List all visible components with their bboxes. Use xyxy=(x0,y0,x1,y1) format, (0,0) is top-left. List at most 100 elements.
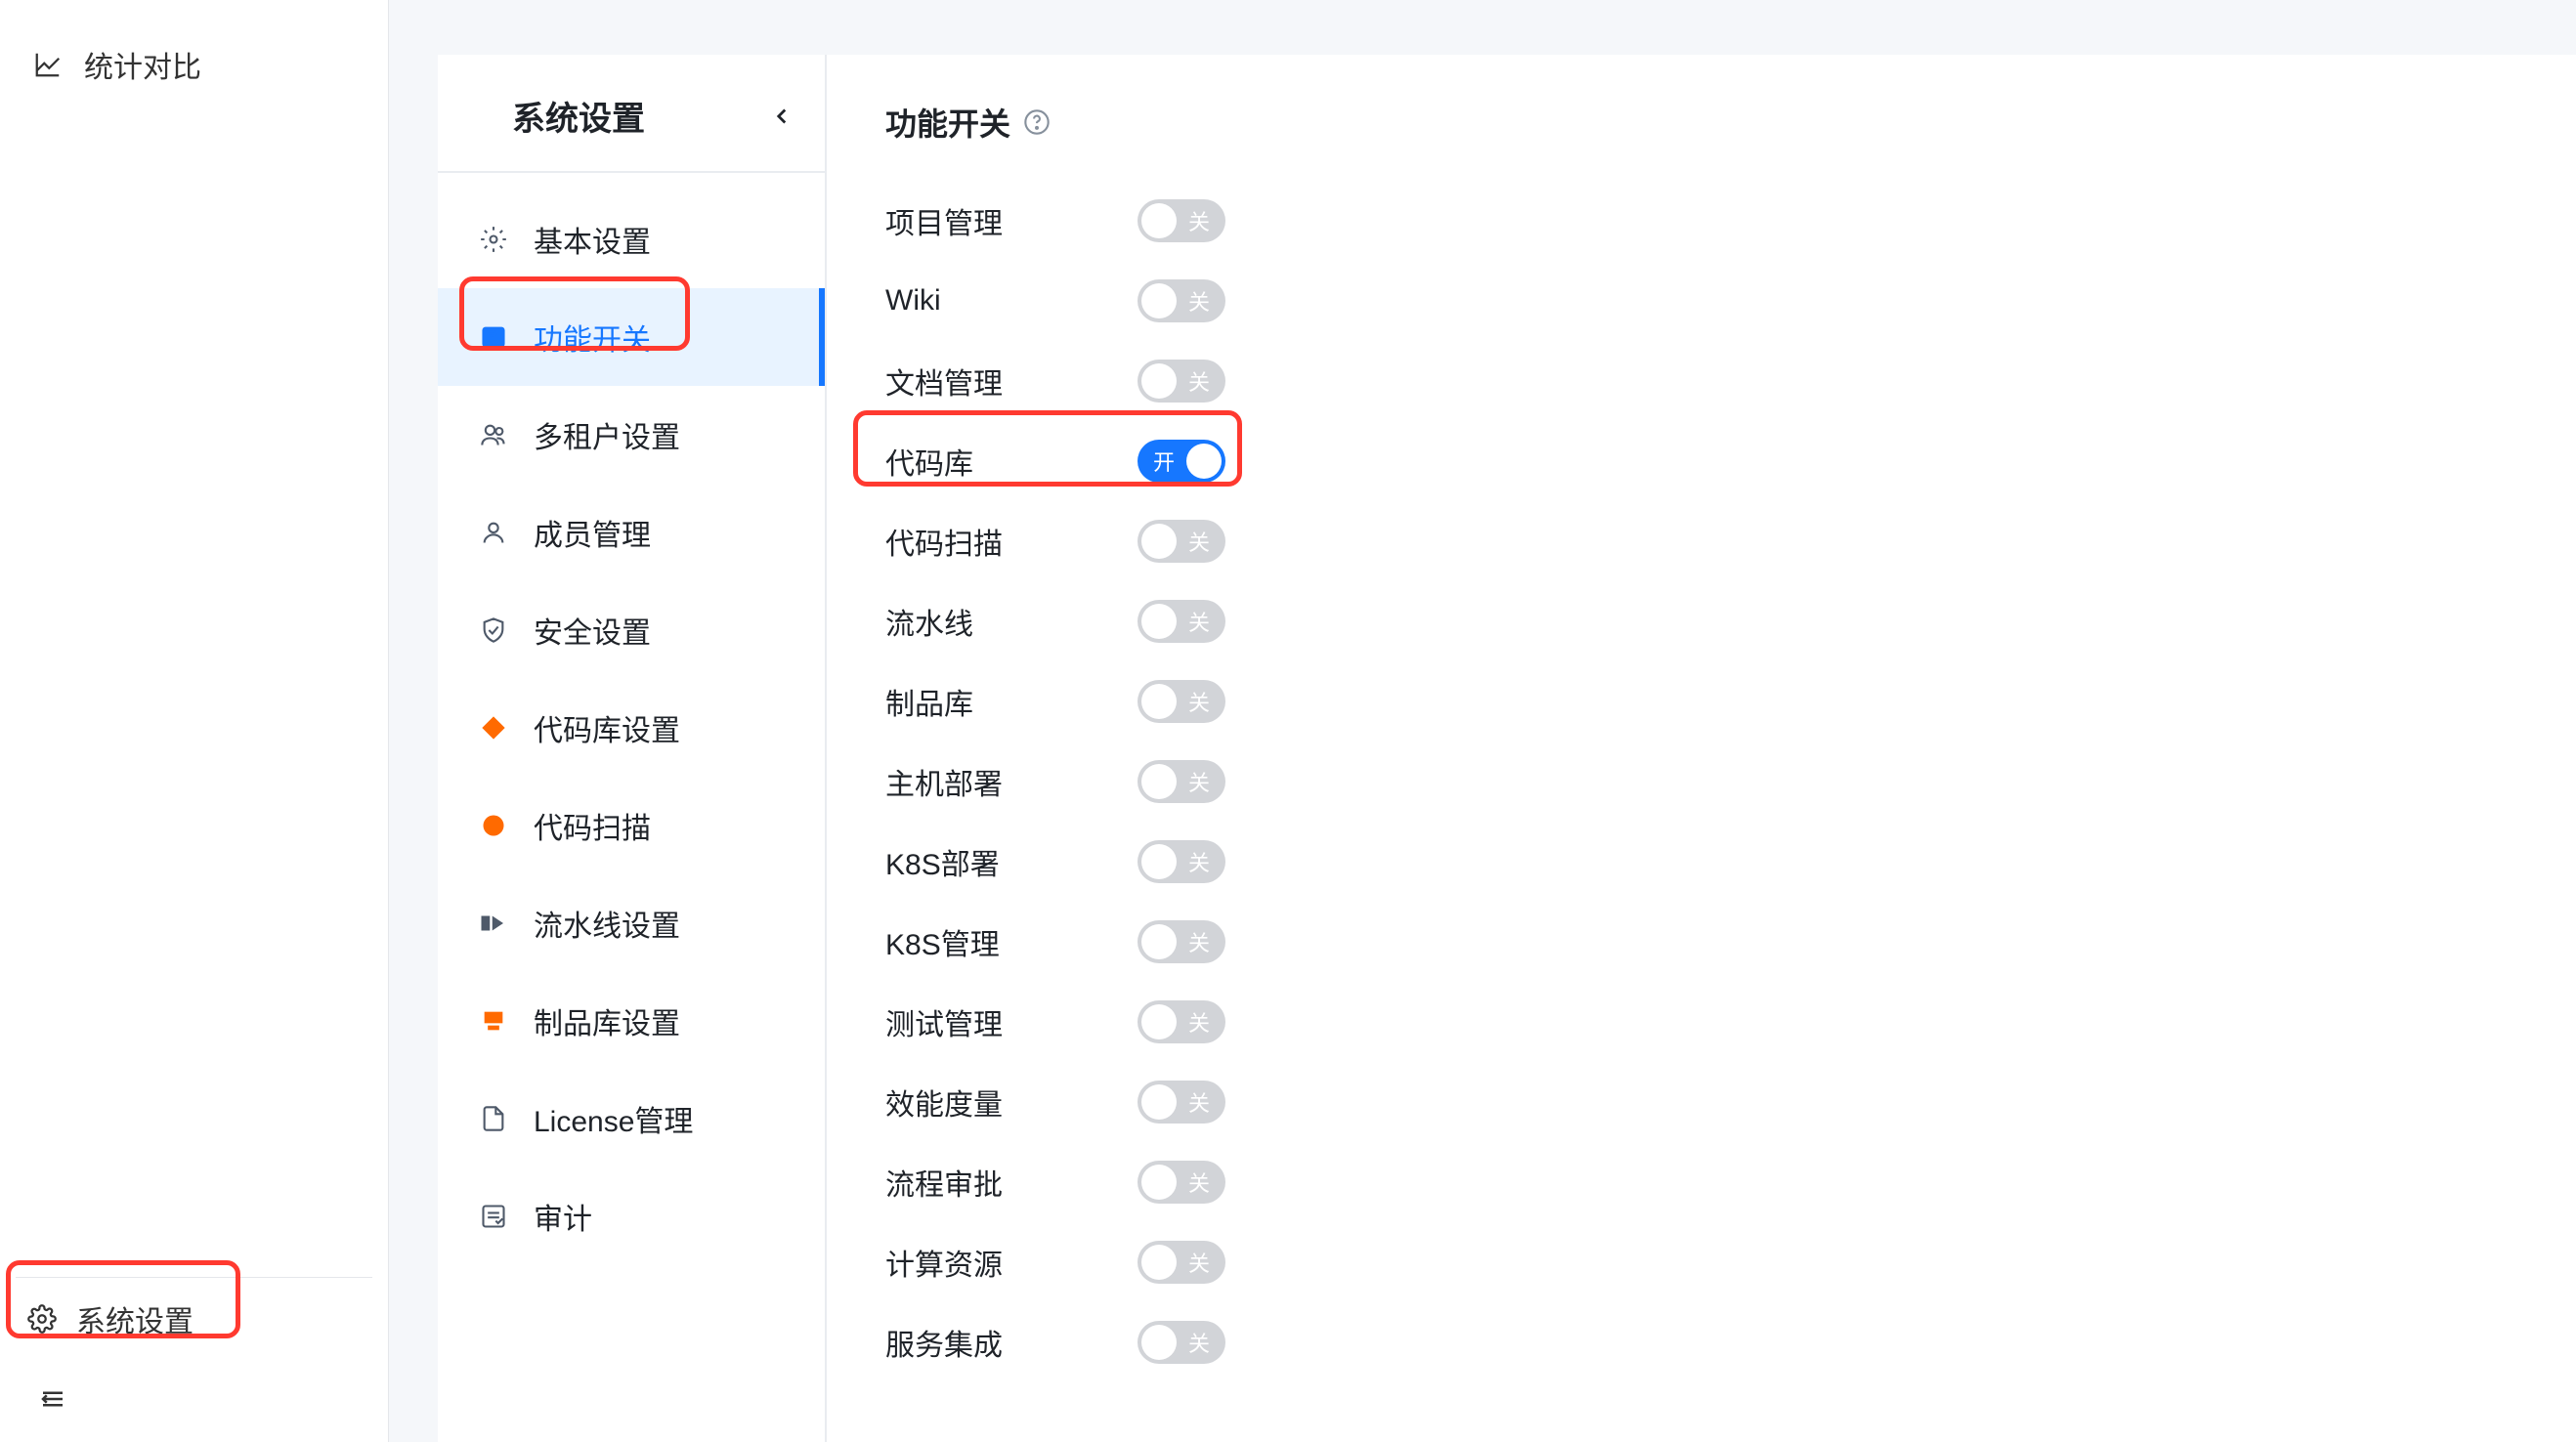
toggle-switch[interactable]: 关 xyxy=(1138,680,1225,723)
user-icon xyxy=(477,516,510,549)
file-icon xyxy=(477,1102,510,1135)
diamond-icon xyxy=(477,711,510,744)
content-title-row: 功能开关 xyxy=(885,100,2517,145)
toggle-row: 文档管理关 xyxy=(885,352,2517,410)
toggle-knob xyxy=(1141,524,1177,559)
toggle-state-text: 关 xyxy=(1188,285,1210,317)
toggle-state-text: 关 xyxy=(1188,1247,1210,1278)
toggle-state-text: 开 xyxy=(1153,445,1175,477)
toggle-switch[interactable]: 关 xyxy=(1138,520,1225,563)
toggle-switch[interactable]: 关 xyxy=(1138,1241,1225,1284)
toggle-switch[interactable]: 关 xyxy=(1138,279,1225,322)
toggle-row: 项目管理 关 xyxy=(885,191,2517,250)
secondary-nav-label: 成员管理 xyxy=(534,511,651,554)
pipeline-icon xyxy=(477,907,510,940)
collapse-icon xyxy=(37,1383,68,1415)
artifact-icon xyxy=(477,1004,510,1038)
switch-icon xyxy=(477,320,510,354)
toggle-label: 流水线 xyxy=(885,600,1138,643)
secondary-nav-header: 系统设置 xyxy=(438,55,825,173)
secondary-nav-label: 制品库设置 xyxy=(534,999,680,1042)
secondary-nav-label: 功能开关 xyxy=(534,316,651,359)
toggle-row: 主机部署关 xyxy=(885,752,2517,811)
toggle-switch[interactable]: 关 xyxy=(1138,360,1225,403)
chart-icon xyxy=(31,48,64,81)
toggle-list: 项目管理关Wiki关文档管理关代码库开代码扫描关流水线关制品库关主机部署关K8S… xyxy=(885,191,2517,1372)
page-title: 功能开关 xyxy=(885,100,1010,145)
secondary-nav-label: 基本设置 xyxy=(534,218,651,261)
toggle-label: 服务集成 xyxy=(885,1321,1138,1364)
secondary-nav-item[interactable]: License管理 xyxy=(438,1070,825,1167)
toggle-switch[interactable]: 关 xyxy=(1138,840,1225,883)
secondary-nav-label: 审计 xyxy=(534,1195,592,1238)
secondary-nav-item[interactable]: 功能开关 xyxy=(438,288,825,386)
toggle-switch[interactable]: 关 xyxy=(1138,600,1225,643)
toggle-state-text: 关 xyxy=(1188,606,1210,637)
toggle-row: 制品库关 xyxy=(885,672,2517,731)
secondary-nav-item[interactable]: 基本设置 xyxy=(438,191,825,288)
toggle-row: 计算资源 关 xyxy=(885,1233,2517,1292)
secondary-nav-item[interactable]: 成员管理 xyxy=(438,484,825,581)
chevron-left-icon xyxy=(769,104,794,129)
toggle-label: 文档管理 xyxy=(885,360,1138,403)
toggle-switch[interactable]: 关 xyxy=(1138,760,1225,803)
collapse-sidebar-button[interactable] xyxy=(16,1360,372,1442)
nav-item-statistic[interactable]: 统计对比 xyxy=(27,27,361,102)
toggle-row: 流水线 关 xyxy=(885,592,2517,651)
toggle-row: Wiki 关 xyxy=(885,272,2517,330)
toggle-row: 代码库开 xyxy=(885,432,2517,490)
toggle-label: 项目管理 xyxy=(885,199,1138,242)
help-button[interactable] xyxy=(1022,107,1052,137)
toggle-knob xyxy=(1141,1325,1177,1360)
toggle-knob xyxy=(1141,924,1177,959)
users-icon xyxy=(477,418,510,451)
secondary-nav-item[interactable]: 安全设置 xyxy=(438,581,825,679)
nav-item-label: 统计对比 xyxy=(84,43,201,86)
toggle-knob xyxy=(1141,1245,1177,1280)
toggle-state-text: 关 xyxy=(1188,205,1210,236)
toggle-row: 服务集成关 xyxy=(885,1313,2517,1372)
nav-item-label: 系统设置 xyxy=(76,1297,193,1340)
nav-item-system-settings[interactable]: 系统设置 xyxy=(16,1277,372,1360)
toggle-row: 测试管理关 xyxy=(885,993,2517,1051)
toggle-switch[interactable]: 关 xyxy=(1138,1161,1225,1204)
back-button[interactable] xyxy=(762,97,801,136)
secondary-nav-label: 代码库设置 xyxy=(534,706,680,749)
toggle-state-text: 关 xyxy=(1188,766,1210,797)
toggle-switch[interactable]: 关 xyxy=(1138,1000,1225,1043)
toggle-label: K8S部署 xyxy=(885,840,1138,883)
toggle-knob xyxy=(1141,203,1177,238)
toggle-knob xyxy=(1141,1165,1177,1200)
secondary-nav-label: 多租户设置 xyxy=(534,413,680,456)
toggle-knob xyxy=(1141,363,1177,399)
toggle-knob xyxy=(1141,604,1177,639)
gear-icon xyxy=(477,223,510,256)
secondary-nav-item[interactable]: 流水线设置 xyxy=(438,874,825,972)
toggle-knob xyxy=(1186,444,1222,479)
circle-icon xyxy=(477,809,510,842)
toggle-label: 代码扫描 xyxy=(885,520,1138,563)
toggle-row: 效能度量关 xyxy=(885,1073,2517,1131)
main-area: 系统设置 基本设置功能开关多租户设置成员管理安全设置代码库设置代码扫描流水线设置… xyxy=(389,0,2576,1442)
secondary-nav-item[interactable]: 代码扫描 xyxy=(438,777,825,874)
toggle-label: 流程审批 xyxy=(885,1161,1138,1204)
secondary-nav-list: 基本设置功能开关多租户设置成员管理安全设置代码库设置代码扫描流水线设置制品库设置… xyxy=(438,173,825,1265)
toggle-label: Wiki xyxy=(885,284,1138,318)
toggle-switch[interactable]: 关 xyxy=(1138,1321,1225,1364)
toggle-knob xyxy=(1141,764,1177,799)
secondary-nav-item[interactable]: 多租户设置 xyxy=(438,386,825,484)
toggle-switch[interactable]: 关 xyxy=(1138,199,1225,242)
secondary-nav-item[interactable]: 审计 xyxy=(438,1167,825,1265)
toggle-state-text: 关 xyxy=(1188,1166,1210,1198)
toggle-knob xyxy=(1141,684,1177,719)
secondary-nav-item[interactable]: 制品库设置 xyxy=(438,972,825,1070)
toggle-state-text: 关 xyxy=(1188,1086,1210,1118)
toggle-switch[interactable]: 开 xyxy=(1138,440,1225,483)
toggle-switch[interactable]: 关 xyxy=(1138,920,1225,963)
toggle-label: 计算资源 xyxy=(885,1241,1138,1284)
secondary-nav-item[interactable]: 代码库设置 xyxy=(438,679,825,777)
toggle-knob xyxy=(1141,1004,1177,1039)
primary-sidebar: 统计对比 系统设置 xyxy=(0,0,389,1442)
toggle-switch[interactable]: 关 xyxy=(1138,1081,1225,1124)
content-pane: 功能开关 项目管理关Wiki关文档管理关代码库开代码扫描关流水线关制品库关主机部… xyxy=(827,55,2576,1442)
